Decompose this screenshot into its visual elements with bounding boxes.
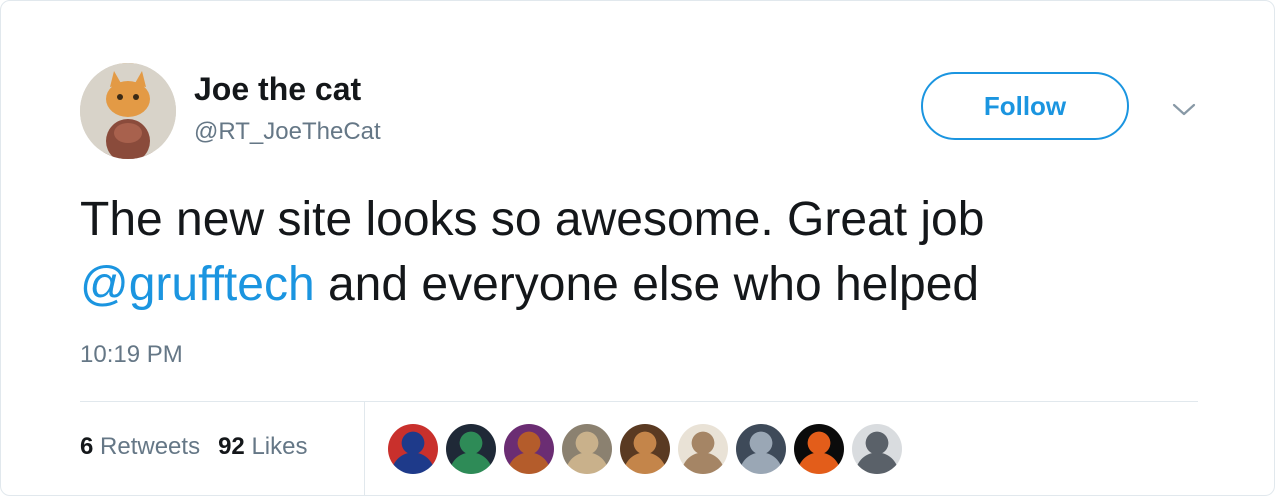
likes-label: Likes xyxy=(251,433,308,460)
likes-stat[interactable]: 92 Likes xyxy=(218,433,307,460)
tweet-card: Joe the cat @RT_JoeTheCat Follow The new… xyxy=(0,0,1275,496)
follow-button[interactable]: Follow xyxy=(921,72,1129,140)
tweet-text-part2: and everyone else who helped xyxy=(314,258,980,311)
retweets-label: Retweets xyxy=(100,433,201,460)
liker-avatar[interactable] xyxy=(388,424,438,474)
liker-avatar[interactable] xyxy=(504,424,554,474)
tweet-timestamp[interactable]: 10:19 PM xyxy=(80,341,183,369)
likers-avatars xyxy=(388,424,902,474)
cat-avatar-image xyxy=(80,63,176,159)
liker-avatar[interactable] xyxy=(794,424,844,474)
liker-avatar[interactable] xyxy=(678,424,728,474)
tweet-text: The new site looks so awesome. Great job… xyxy=(80,187,1180,317)
retweets-stat[interactable]: 6 Retweets xyxy=(80,433,200,460)
liker-avatar[interactable] xyxy=(620,424,670,474)
user-name[interactable]: Joe the cat xyxy=(194,71,361,108)
liker-avatar[interactable] xyxy=(852,424,902,474)
liker-avatar[interactable] xyxy=(736,424,786,474)
tweet-text-part1: The new site looks so awesome. Great job xyxy=(80,193,985,246)
user-handle[interactable]: @RT_JoeTheCat xyxy=(194,118,381,146)
liker-avatar[interactable] xyxy=(562,424,612,474)
likes-count: 92 xyxy=(218,433,245,460)
liker-avatar[interactable] xyxy=(446,424,496,474)
mention-link[interactable]: @grufftech xyxy=(80,258,315,311)
chevron-down-icon[interactable] xyxy=(1169,97,1199,121)
divider-vertical xyxy=(364,402,365,495)
divider xyxy=(80,401,1198,402)
user-avatar[interactable] xyxy=(80,63,176,159)
retweets-count: 6 xyxy=(80,433,94,460)
tweet-stats: 6 Retweets 92 Likes xyxy=(80,433,307,461)
